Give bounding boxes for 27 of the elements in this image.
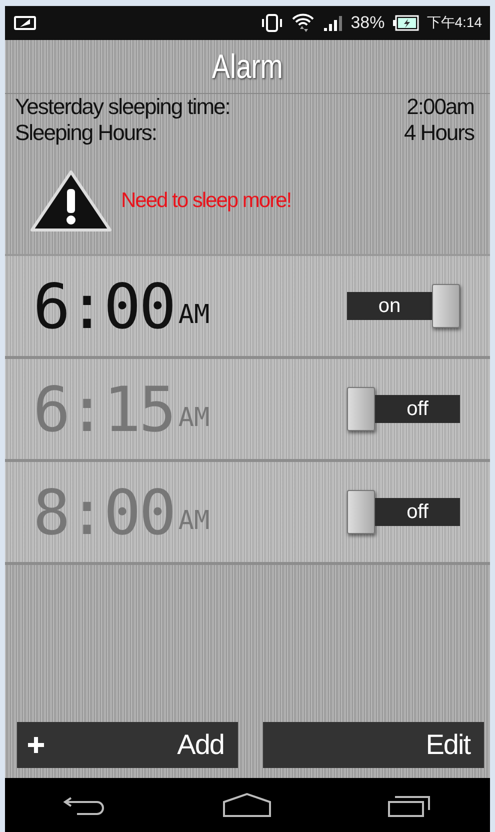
- screen-title: Alarm: [212, 48, 283, 87]
- alarm-time: 6:00: [33, 270, 174, 342]
- info-label: Yesterday sleeping time:: [15, 94, 230, 120]
- alarm-toggle[interactable]: off: [347, 490, 460, 534]
- signal-icon: [322, 14, 343, 32]
- edit-button[interactable]: Edit: [263, 722, 484, 768]
- wifi-icon: [290, 12, 315, 34]
- alarm-toggle[interactable]: on: [347, 284, 460, 328]
- alarm-period: AM: [178, 506, 210, 536]
- alarm-period: AM: [178, 300, 210, 330]
- info-value: 4 Hours: [404, 120, 474, 146]
- battery-saver-icon: [13, 15, 37, 31]
- warning-icon: [29, 169, 113, 233]
- add-button[interactable]: Add: [17, 722, 238, 768]
- warning-message: Need to sleep more!: [121, 189, 292, 213]
- info-label: Sleeping Hours:: [15, 120, 157, 146]
- info-value: 2:00am: [406, 94, 474, 120]
- alarm-time: 8:00: [33, 476, 174, 548]
- vibrate-icon: [260, 13, 283, 33]
- alarm-period: AM: [178, 403, 210, 433]
- battery-percent: 38%: [350, 13, 385, 33]
- home-icon[interactable]: [222, 792, 272, 818]
- alarm-time: 6:15: [33, 372, 174, 446]
- battery-charging-icon: [392, 15, 419, 31]
- alarm-toggle[interactable]: off: [347, 387, 460, 431]
- clock: 下午4:14: [426, 14, 482, 32]
- plus-icon: [27, 736, 45, 754]
